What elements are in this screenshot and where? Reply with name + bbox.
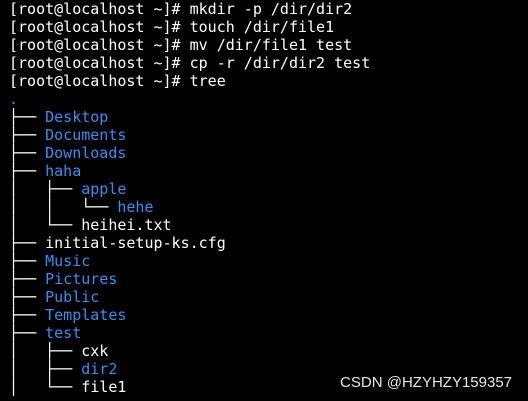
command-line: [root@localhost ~]# tree [9,72,226,90]
tree-branch: ├── [9,162,46,180]
tree-branch: │ ├── [9,180,82,198]
tree-branch: ├── [9,126,46,144]
tree-branch: │ ├── [9,342,82,360]
directory-name: hehe [117,198,154,216]
directory-name: test [45,324,82,342]
tree-branch: ├── [9,144,46,162]
tree-branch: ├── [9,108,46,126]
terminal-window[interactable]: [root@localhost ~]# mkdir -p /dir/dir2 [… [0,0,528,401]
tree-entry: │ └── file1 [9,378,126,396]
tree-branch: ├── [9,234,46,252]
command-line: [root@localhost ~]# mkdir -p /dir/dir2 [9,0,353,18]
command-line: [root@localhost ~]# cp -r /dir/dir2 test [9,54,371,72]
command-line: [root@localhost ~]# mv /dir/file1 test [9,36,353,54]
tree-entry: ├── Templates [9,306,126,324]
tree-branch: │ └── [9,378,82,396]
directory-name: dir2 [81,360,118,378]
tree-entry: ├── Desktop [9,108,108,126]
file-name: cxk [81,342,109,360]
directory-name: Pictures [45,270,118,288]
tree-entry: │ └── heihei.txt [9,216,172,234]
tree-branch: │ ├── [9,360,82,378]
tree-branch: ├── [9,270,46,288]
tree-entry: ├── test [9,324,81,342]
directory-name: Templates [45,306,127,324]
tree-branch: ├── [9,306,46,324]
tree-entry: │ ├── cxk [9,342,108,360]
watermark: CSDN @HZYHZY159357 [340,374,512,391]
tree-root: . [9,90,19,108]
directory-name: Music [45,252,91,270]
tree-branch: ├── [9,324,46,342]
tree-entry: │ ├── apple [9,180,126,198]
tree-branch: │ │ └── [9,198,118,216]
command-line: [root@localhost ~]# touch /dir/file1 [9,18,335,36]
tree-entry: ├── Public [9,288,99,306]
tree-branch: │ └── [9,216,82,234]
tree-entry: ├── Pictures [9,270,117,288]
tree-entry: │ │ └── hehe [9,198,154,216]
file-name: heihei.txt [81,216,172,234]
tree-branch: ├── [9,252,46,270]
directory-name: Downloads [45,144,127,162]
directory-name: Desktop [45,108,109,126]
tree-entry: ├── Downloads [9,144,126,162]
tree-entry: ├── Music [9,252,90,270]
directory-name: apple [81,180,127,198]
tree-entry: ├── Documents [9,126,126,144]
tree-entry: ├── haha [9,162,81,180]
file-name: file1 [81,378,127,396]
tree-entry: ├── initial-setup-ks.cfg [9,234,226,252]
tree-branch: ├── [9,288,46,306]
directory-name: Public [45,288,100,306]
directory-name: haha [45,162,82,180]
tree-entry: │ ├── dir2 [9,360,117,378]
directory-name: Documents [45,126,127,144]
file-name: initial-setup-ks.cfg [45,234,226,252]
